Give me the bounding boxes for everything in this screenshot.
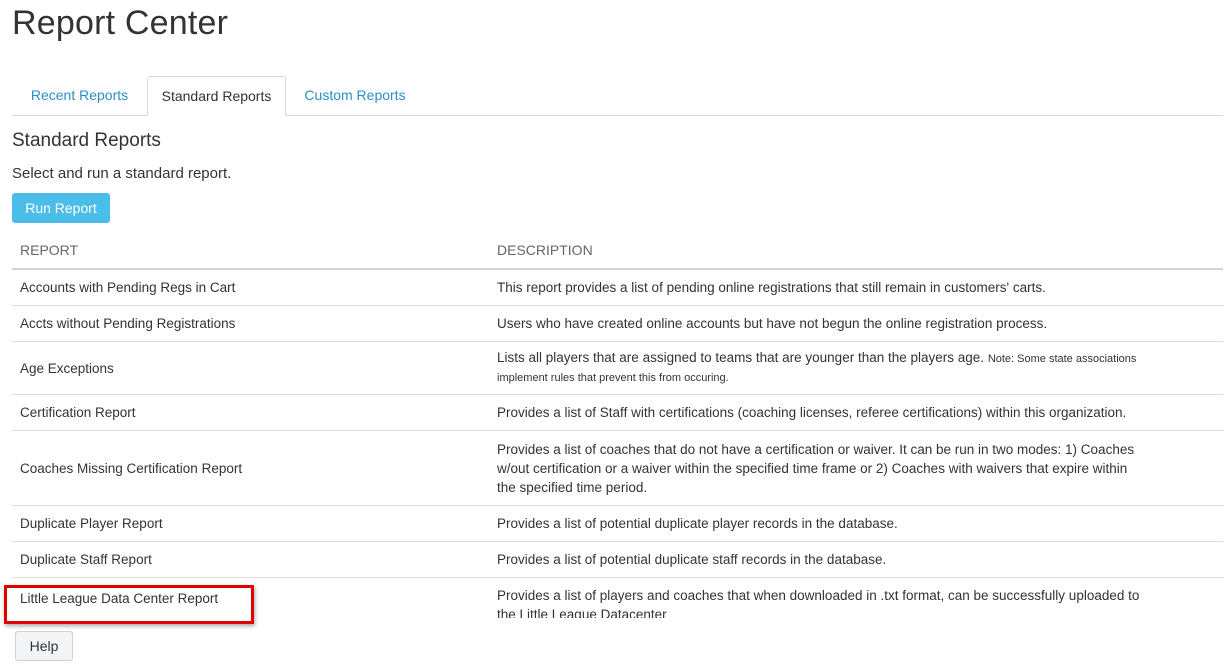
- table-row[interactable]: Coaches Missing Certification Report Pro…: [12, 431, 1223, 506]
- section-description: Select and run a standard report.: [12, 165, 232, 182]
- table-row[interactable]: Age Exceptions Lists all players that ar…: [12, 342, 1223, 395]
- run-report-button[interactable]: Run Report: [12, 193, 110, 223]
- report-description: Provides a list of coaches that do not h…: [497, 441, 1135, 495]
- tab-standard-reports[interactable]: Standard Reports: [147, 76, 286, 116]
- header-report: REPORT: [20, 242, 79, 258]
- report-description: This report provides a list of pending o…: [497, 280, 1046, 295]
- report-description: Provides a list of Staff with certificat…: [497, 405, 1127, 420]
- header-description: DESCRIPTION: [497, 242, 593, 258]
- tab-custom-reports[interactable]: Custom Reports: [285, 76, 425, 114]
- table-row[interactable]: Accts without Pending Registrations User…: [12, 306, 1223, 342]
- report-name[interactable]: Accounts with Pending Regs in Cart: [20, 270, 235, 305]
- report-name[interactable]: Certification Report: [20, 395, 136, 430]
- table-row[interactable]: Accounts with Pending Regs in Cart This …: [12, 270, 1223, 306]
- report-description: Users who have created online accounts b…: [497, 316, 1048, 331]
- report-description-text: Lists all players that are assigned to t…: [497, 350, 985, 365]
- report-name[interactable]: Age Exceptions: [20, 342, 114, 394]
- table-row[interactable]: Certification Report Provides a list of …: [12, 395, 1223, 431]
- highlight-box: [4, 585, 254, 624]
- table-row[interactable]: Duplicate Player Report Provides a list …: [12, 506, 1223, 542]
- reports-table: REPORT DESCRIPTION Accounts with Pending…: [12, 234, 1223, 618]
- table-row[interactable]: Duplicate Staff Report Provides a list o…: [12, 542, 1223, 578]
- report-description: Provides a list of players and coaches t…: [497, 588, 1140, 618]
- report-description: Provides a list of potential duplicate p…: [497, 516, 898, 531]
- page-title: Report Center: [12, 4, 229, 42]
- table-header: REPORT DESCRIPTION: [12, 234, 1223, 270]
- help-button[interactable]: Help: [15, 631, 73, 661]
- report-tabs: Recent Reports Standard Reports Custom R…: [12, 76, 1223, 116]
- section-title: Standard Reports: [12, 130, 161, 151]
- report-name[interactable]: Duplicate Player Report: [20, 506, 163, 541]
- tab-recent-reports[interactable]: Recent Reports: [12, 76, 147, 114]
- report-name[interactable]: Accts without Pending Registrations: [20, 306, 235, 341]
- report-description: Provides a list of potential duplicate s…: [497, 552, 887, 567]
- report-name[interactable]: Duplicate Staff Report: [20, 542, 152, 577]
- report-name[interactable]: Coaches Missing Certification Report: [20, 431, 242, 505]
- report-description: Lists all players that are assigned to t…: [497, 342, 1147, 394]
